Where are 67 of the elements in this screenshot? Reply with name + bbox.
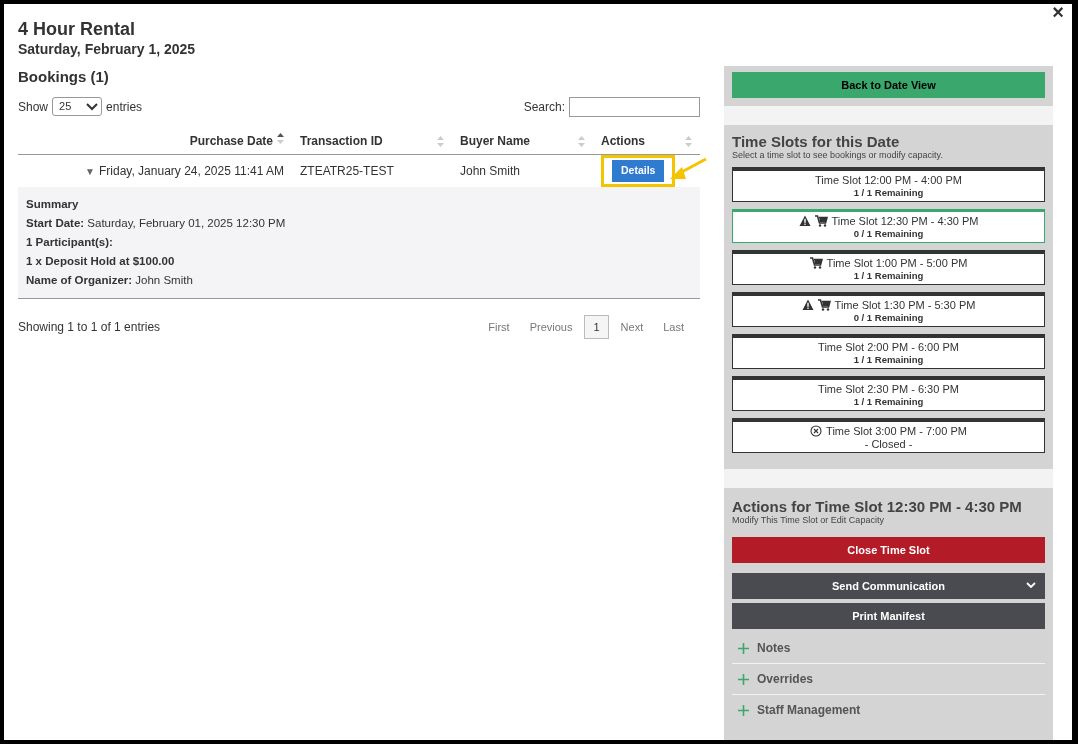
- back-button[interactable]: Back to Date View: [732, 72, 1045, 98]
- dialog-title: 4 Hour Rental: [18, 18, 137, 40]
- collapse-toggle[interactable]: ▼: [85, 163, 95, 179]
- time-slot-button[interactable]: Time Slot 1:30 PM - 5:30 PM 0 / 1 Remaining: [732, 292, 1045, 327]
- action-button[interactable]: Close Time Slot: [732, 537, 1045, 563]
- slot-label: Time Slot 1:30 PM - 5:30 PM: [834, 298, 976, 312]
- panel-subtitle: Select a time slot to see bookings or modify capacity.: [732, 150, 944, 160]
- panel-title: Time Slots for this Date: [732, 134, 901, 150]
- panel-subtitle: Modify This Time Slot or Edit Capacity: [732, 515, 885, 525]
- search-field[interactable]: [569, 96, 700, 117]
- closed-status: - Closed -: [863, 438, 914, 450]
- time-slot-button[interactable]: Time Slot 1:00 PM - 5:00 PM 1 / 1 Remaining: [732, 250, 1045, 285]
- chevron-down-icon: [1026, 582, 1036, 589]
- remaining-count: 1 / 1 Remaining: [852, 270, 925, 282]
- detail-line: Name of Organizer: John Smith: [26, 272, 194, 288]
- detail-line: 1 Participant(s):: [26, 234, 114, 250]
- table-cell: ZTEATR25-TEST: [300, 163, 394, 178]
- detail-line: Summary: [26, 196, 80, 212]
- detail-line: 1 x Deposit Hold at $100.00: [26, 253, 176, 269]
- column-header[interactable]: Actions: [601, 134, 645, 149]
- action-button[interactable]: Send Communication: [732, 573, 1045, 599]
- time-slot-button[interactable]: Time Slot 3:00 PM - 7:00 PM - Closed -: [732, 418, 1045, 453]
- column-header[interactable]: Purchase Date: [189, 134, 273, 149]
- pagination-button[interactable]: Next: [612, 314, 652, 340]
- table-cell: Friday, January 24, 2025 11:41 AM: [99, 163, 284, 178]
- slot-label: Time Slot 3:00 PM - 7:00 PM: [826, 424, 967, 438]
- details-button[interactable]: Details: [612, 160, 665, 182]
- time-slot-button[interactable]: Time Slot 12:30 PM - 4:30 PM 0 / 1 Remaining: [732, 209, 1045, 243]
- slot-label: Time Slot 2:30 PM - 6:30 PM: [818, 382, 959, 396]
- slot-label: Time Slot 1:00 PM - 5:00 PM: [826, 256, 968, 270]
- plus-icon: [738, 642, 749, 654]
- closed-icon: [810, 425, 823, 437]
- action-button[interactable]: Print Manifest: [732, 603, 1045, 629]
- plus-icon: [738, 673, 749, 685]
- chevron-down-icon: [86, 102, 99, 111]
- search-label: Search:: [523, 98, 565, 116]
- accordion-toggle[interactable]: Overrides: [732, 664, 1045, 695]
- close-button[interactable]: ×: [1052, 2, 1064, 22]
- slot-label: Time Slot 12:00 PM - 4:00 PM: [815, 173, 962, 187]
- remaining-count: 0 / 1 Remaining: [852, 228, 925, 240]
- detail-line: Start Date: Saturday, February 01, 2025 12:30 PM: [26, 215, 287, 231]
- plus-icon: [738, 704, 749, 716]
- remaining-count: 1 / 1 Remaining: [852, 396, 925, 408]
- slot-label: Time Slot 12:30 PM - 4:30 PM: [831, 214, 979, 228]
- table-cell: John Smith: [460, 163, 521, 178]
- time-slot-button[interactable]: Time Slot 2:30 PM - 6:30 PM 1 / 1 Remaining: [732, 376, 1045, 411]
- pagination-button[interactable]: Last: [655, 314, 692, 340]
- time-slot-button[interactable]: Time Slot 12:00 PM - 4:00 PM 1 / 1 Remaining: [732, 167, 1045, 202]
- bookings-heading: Bookings (1): [18, 67, 110, 87]
- remaining-count: 1 / 1 Remaining: [852, 354, 925, 366]
- remaining-count: 1 / 1 Remaining: [852, 187, 925, 199]
- pagination-button[interactable]: First: [480, 314, 518, 340]
- entries-label: entries: [106, 98, 143, 116]
- pagination-button[interactable]: Previous: [521, 314, 581, 340]
- page-size-select[interactable]: 25: [52, 97, 103, 116]
- slot-label: Time Slot 2:00 PM - 6:00 PM: [818, 340, 959, 354]
- column-header[interactable]: Buyer Name: [460, 134, 531, 149]
- remaining-count: 0 / 1 Remaining: [852, 312, 925, 324]
- accordion-toggle[interactable]: Staff Management: [732, 695, 1045, 725]
- entries-info: Showing 1 to 1 of 1 entries: [18, 319, 161, 336]
- panel-title: Actions for Time Slot 12:30 PM - 4:30 PM: [732, 499, 1023, 515]
- date-heading: Saturday, February 1, 2025: [18, 40, 197, 58]
- show-label: Show: [18, 98, 49, 116]
- time-slot-button[interactable]: Time Slot 2:00 PM - 6:00 PM 1 / 1 Remaining: [732, 334, 1045, 369]
- pagination-button[interactable]: 1: [584, 314, 609, 340]
- column-header[interactable]: Transaction ID: [300, 134, 383, 149]
- accordion-toggle[interactable]: Notes: [732, 633, 1045, 664]
